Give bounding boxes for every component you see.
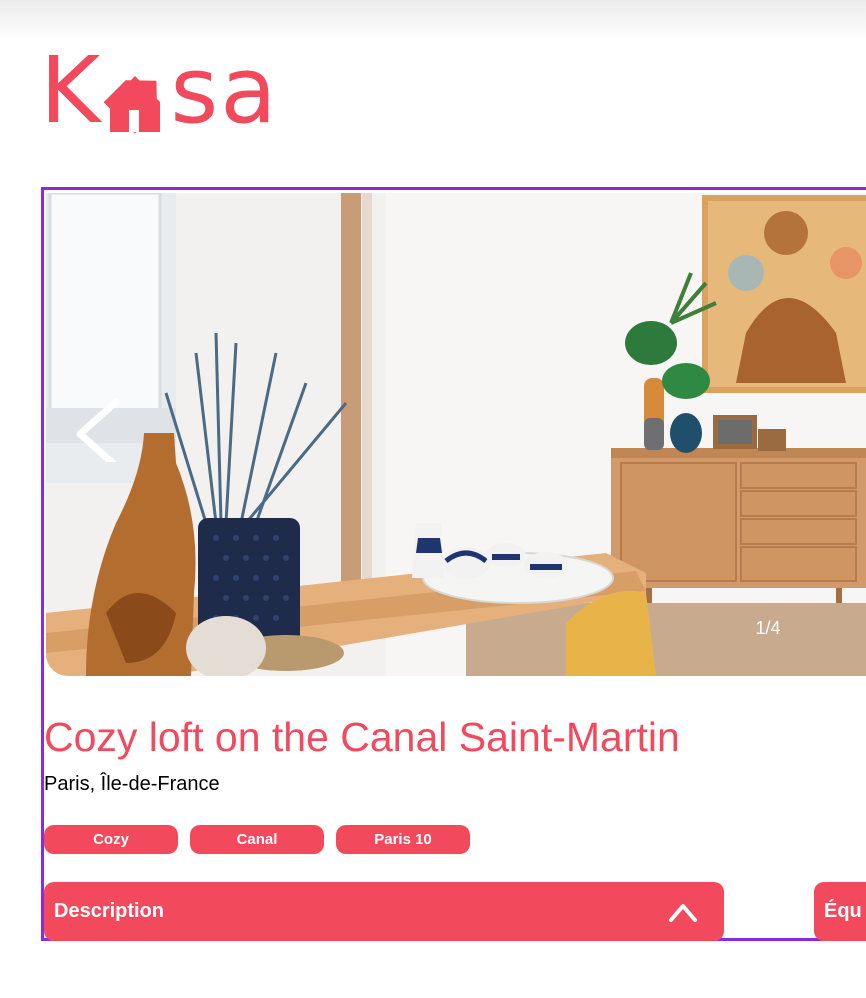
gallery-photo [46, 193, 866, 676]
tag-paris-10: Paris 10 [336, 825, 470, 854]
listing-title: Cozy loft on the Canal Saint-Martin [44, 714, 680, 760]
tag-cozy: Cozy [44, 825, 178, 854]
logo-letter-k: K [40, 37, 103, 144]
logo-letters-sa: sa [170, 37, 279, 144]
equipments-collapse-button[interactable]: Équ [814, 882, 866, 941]
kasa-logo[interactable]: K sa [40, 37, 279, 144]
top-shadow-bar [0, 0, 866, 42]
chevron-left-icon[interactable] [68, 398, 132, 462]
tag-canal: Canal [190, 825, 324, 854]
description-label: Description [54, 900, 165, 922]
gallery-counter: 1/4 [755, 618, 781, 638]
house-icon [104, 76, 161, 134]
listing-location: Paris, Île-de-France [44, 773, 220, 795]
photo-gallery[interactable] [46, 193, 866, 676]
equipments-label: Équ [824, 900, 862, 922]
description-collapse-button[interactable]: Description [44, 882, 724, 941]
chevron-up-icon [669, 904, 697, 922]
